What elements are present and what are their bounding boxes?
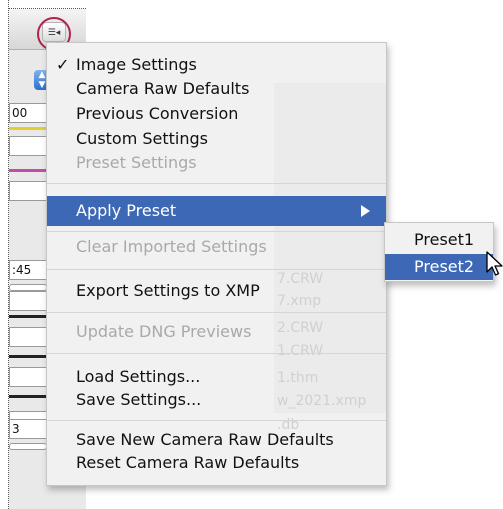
menu-separator xyxy=(47,231,386,232)
menu-item-previous-conversion[interactable]: Previous Conversion xyxy=(47,103,386,125)
menu-item-label: Clear Imported Settings xyxy=(76,237,267,256)
menu-separator xyxy=(47,269,386,270)
triangle-right-icon xyxy=(361,205,370,217)
submenu-item-preset1[interactable]: Preset1 xyxy=(385,227,493,253)
menu-item-label: Previous Conversion xyxy=(76,104,239,123)
menu-separator xyxy=(47,183,386,184)
menu-item-label: Save New Camera Raw Defaults xyxy=(76,430,334,449)
value-field[interactable] xyxy=(9,136,47,156)
menu-item-label: Apply Preset xyxy=(76,201,177,220)
menu-item-label: Update DNG Previews xyxy=(76,322,252,341)
menu-item-preset-settings: Preset Settings xyxy=(47,152,386,174)
menu-item-reset-camera-raw-defaults[interactable]: Reset Camera Raw Defaults xyxy=(47,452,386,474)
settings-flyout-menu: 7.CRW 7.xmp 2.CRW 1.CRW 1.thm w_2021.xmp… xyxy=(46,42,387,486)
menu-item-save-new-camera-raw-defaults[interactable]: Save New Camera Raw Defaults xyxy=(47,429,386,451)
menu-item-label: Save Settings... xyxy=(76,390,202,409)
value-field[interactable] xyxy=(9,367,47,387)
slider-track xyxy=(9,395,47,398)
menu-item-label: Custom Settings xyxy=(76,129,209,148)
menu-item-save-settings[interactable]: Save Settings... xyxy=(47,389,386,411)
yellow-slider-track xyxy=(9,127,47,130)
slider-thumb[interactable] xyxy=(9,284,47,291)
menu-item-image-settings[interactable]: ✓ Image Settings xyxy=(47,54,386,76)
value-field[interactable] xyxy=(9,327,47,347)
magenta-slider-track xyxy=(9,169,47,172)
menu-separator xyxy=(47,353,386,354)
value-field[interactable]: 00 xyxy=(9,103,47,123)
value-field[interactable] xyxy=(9,291,47,311)
menu-item-camera-raw-defaults[interactable]: Camera Raw Defaults xyxy=(47,78,386,100)
menu-item-label: Image Settings xyxy=(76,55,197,74)
menu-item-update-dng-previews: Update DNG Previews xyxy=(47,321,386,343)
menu-item-label: Camera Raw Defaults xyxy=(76,79,250,98)
value-text: 3 xyxy=(12,422,20,436)
menu-separator xyxy=(47,420,386,421)
menu-item-apply-preset[interactable]: Apply Preset xyxy=(47,196,386,226)
submenu-item-label: Preset2 xyxy=(414,257,475,276)
background-filename: 1.CRW xyxy=(277,343,324,359)
submenu-item-label: Preset1 xyxy=(414,230,475,249)
apply-preset-submenu: Preset1 Preset2 xyxy=(384,222,494,282)
value-text: 00 xyxy=(12,106,28,120)
menu-item-clear-imported-settings: Clear Imported Settings xyxy=(47,236,386,258)
value-field[interactable]: :45 xyxy=(9,260,47,280)
menu-item-export-settings-to-xmp[interactable]: Export Settings to XMP xyxy=(47,280,386,302)
menu-separator xyxy=(47,312,386,313)
value-field[interactable]: 3 xyxy=(9,419,47,439)
checkmark-icon: ✓ xyxy=(56,55,70,74)
value-text: :45 xyxy=(12,263,32,277)
menu-item-load-settings[interactable]: Load Settings... xyxy=(47,366,386,388)
slider-thumb[interactable] xyxy=(9,443,47,450)
menu-item-label: Load Settings... xyxy=(76,367,201,386)
menu-item-label: Reset Camera Raw Defaults xyxy=(76,453,300,472)
menu-item-label: Preset Settings xyxy=(76,153,197,172)
menu-item-label: Export Settings to XMP xyxy=(76,281,260,300)
slider-track xyxy=(9,315,47,318)
submenu-item-preset2[interactable]: Preset2 xyxy=(385,254,493,280)
slider-track xyxy=(9,355,47,358)
value-field[interactable] xyxy=(9,181,47,201)
menu-item-custom-settings[interactable]: Custom Settings xyxy=(47,128,386,150)
arrow-cursor-icon xyxy=(486,251,503,276)
